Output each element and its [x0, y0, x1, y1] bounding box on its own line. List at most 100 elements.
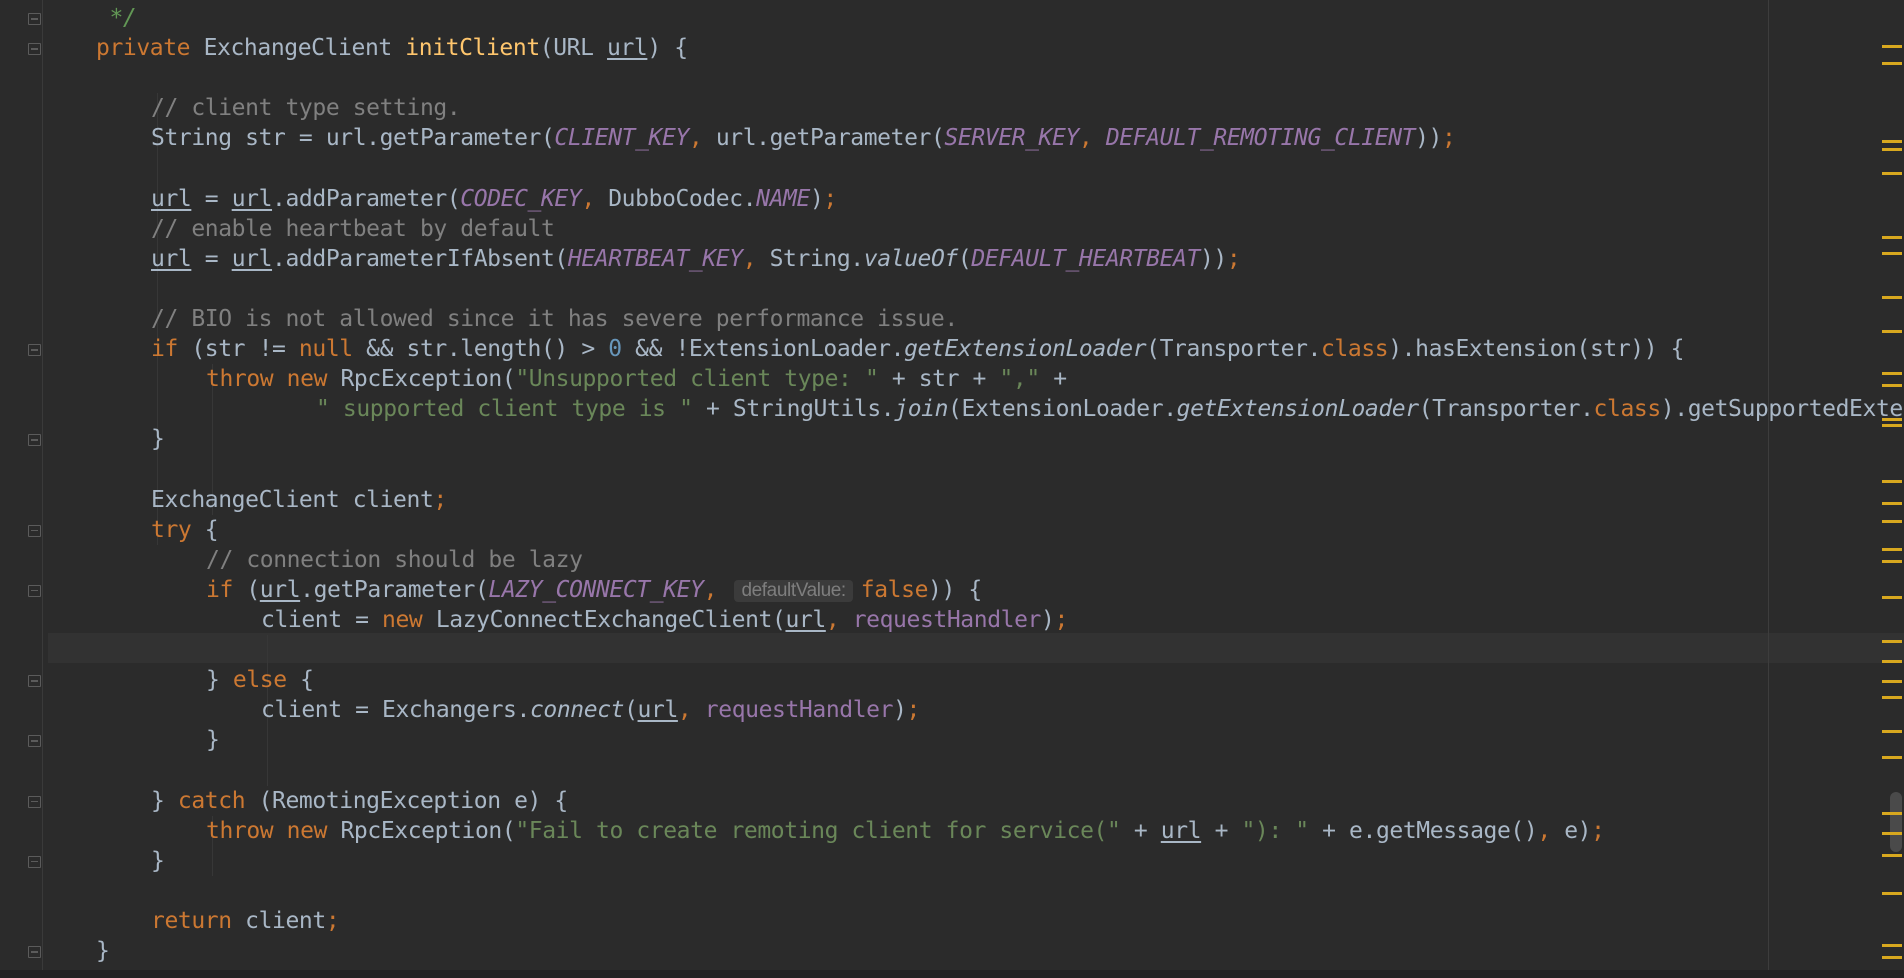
- warning-marker[interactable]: [1882, 854, 1902, 857]
- code-token: ;: [1591, 817, 1605, 844]
- code-token: ;: [1054, 607, 1068, 633]
- code-line[interactable]: client = Exchangers.connect(url, request…: [261, 695, 920, 725]
- code-line[interactable]: // enable heartbeat by default: [151, 214, 555, 244]
- warning-marker[interactable]: [1882, 756, 1902, 759]
- code-token: (: [957, 245, 972, 272]
- code-token: ,: [703, 576, 731, 603]
- code-token: )): [1415, 125, 1443, 152]
- code-token: requestHandler: [852, 607, 1042, 633]
- warning-marker[interactable]: [1882, 140, 1902, 143]
- warning-marker[interactable]: [1882, 424, 1902, 427]
- code-line[interactable]: }: [206, 725, 220, 755]
- code-line[interactable]: } else {: [206, 665, 314, 695]
- code-token: }: [206, 727, 220, 754]
- code-line[interactable]: throw new RpcException("Unsupported clie…: [206, 364, 1067, 394]
- code-token: "Fail to create remoting client for serv…: [515, 817, 1121, 844]
- warning-marker[interactable]: [1882, 62, 1902, 65]
- code-line[interactable]: if (url.getParameter(LAZY_CONNECT_KEY, d…: [206, 575, 982, 605]
- warning-marker[interactable]: [1882, 172, 1902, 175]
- fold-toggle-icon[interactable]: [28, 43, 41, 56]
- warning-marker[interactable]: [1882, 520, 1902, 523]
- code-line[interactable]: }: [96, 936, 110, 966]
- code-token: DEFAULT_REMOTING_CLIENT: [1105, 125, 1416, 152]
- code-token: ).getSupportedExtensions(): [1660, 396, 1904, 423]
- code-line[interactable]: ExchangeClient client;: [151, 485, 447, 515]
- fold-toggle-icon[interactable]: [28, 524, 41, 537]
- code-line[interactable]: url = url.addParameter(CODEC_KEY, DubboC…: [151, 184, 837, 214]
- vertical-scrollbar-thumb[interactable]: [1890, 792, 1902, 852]
- code-line[interactable]: // BIO is not allowed since it has sever…: [151, 304, 958, 334]
- code-token: join: [894, 396, 949, 423]
- parameter-hint: defaultValue:: [734, 579, 853, 602]
- fold-toggle-icon[interactable]: [28, 434, 41, 447]
- code-line[interactable]: String str = url.getParameter(CLIENT_KEY…: [151, 123, 1456, 153]
- code-token: ExchangeClient client: [151, 486, 434, 513]
- code-editor[interactable]: */private ExchangeClient initClient(URL …: [0, 0, 1904, 978]
- code-token: HEARTBEAT_KEY: [567, 245, 743, 272]
- fold-toggle-icon[interactable]: [28, 13, 41, 25]
- code-line[interactable]: try {: [151, 515, 219, 545]
- code-token: ): [809, 185, 824, 212]
- warning-marker[interactable]: [1882, 480, 1902, 483]
- warning-marker[interactable]: [1882, 418, 1902, 421]
- warning-marker[interactable]: [1882, 45, 1902, 48]
- warning-marker[interactable]: [1882, 384, 1902, 387]
- code-line[interactable]: // connection should be lazy: [206, 545, 583, 575]
- code-line[interactable]: }: [151, 846, 165, 876]
- warning-marker[interactable]: [1882, 236, 1902, 239]
- warning-marker[interactable]: [1882, 372, 1902, 375]
- code-area[interactable]: */private ExchangeClient initClient(URL …: [48, 0, 1904, 978]
- code-line[interactable]: // client type setting.: [151, 93, 461, 123]
- fold-toggle-icon[interactable]: [28, 795, 41, 808]
- fold-toggle-icon[interactable]: [28, 344, 41, 357]
- warning-marker[interactable]: [1882, 148, 1902, 151]
- code-line[interactable]: if (str != null && str.length() > 0 && !…: [151, 334, 1684, 364]
- warning-marker[interactable]: [1882, 956, 1902, 959]
- code-token: else: [232, 667, 301, 694]
- warning-marker[interactable]: [1882, 296, 1902, 299]
- warning-marker[interactable]: [1882, 730, 1902, 733]
- horizontal-scrollbar[interactable]: [0, 970, 1904, 978]
- warning-marker[interactable]: [1882, 502, 1902, 505]
- code-line[interactable]: client = new LazyConnectExchangeClient(u…: [261, 605, 1068, 635]
- warning-marker[interactable]: [1882, 892, 1902, 895]
- code-token: (ExtensionLoader.: [948, 396, 1177, 423]
- warning-marker[interactable]: [1882, 660, 1902, 663]
- code-line[interactable]: } catch (RemotingException e) {: [151, 786, 568, 816]
- code-token: ,: [1537, 817, 1565, 844]
- code-token: e): [1564, 817, 1592, 844]
- warning-marker[interactable]: [1882, 812, 1902, 815]
- code-token: ): [1040, 607, 1055, 633]
- code-token: 0: [608, 336, 622, 363]
- code-line[interactable]: private ExchangeClient initClient(URL ur…: [96, 33, 688, 63]
- error-stripe[interactable]: [1880, 0, 1904, 978]
- code-line[interactable]: return client;: [151, 906, 340, 936]
- code-line[interactable]: " supported client type is " + StringUti…: [316, 394, 1904, 424]
- warning-marker[interactable]: [1882, 696, 1902, 699]
- code-line[interactable]: */: [96, 3, 136, 33]
- warning-marker[interactable]: [1882, 640, 1902, 643]
- code-line[interactable]: url = url.addParameterIfAbsent(HEARTBEAT…: [151, 244, 1241, 274]
- code-token: +: [1120, 817, 1161, 844]
- warning-marker[interactable]: [1882, 330, 1902, 333]
- warning-marker[interactable]: [1882, 680, 1902, 683]
- warning-marker[interactable]: [1882, 596, 1902, 599]
- warning-marker[interactable]: [1882, 548, 1902, 551]
- code-token: " supported client type is ": [316, 396, 693, 423]
- fold-toggle-icon[interactable]: [28, 584, 41, 597]
- fold-toggle-icon[interactable]: [28, 946, 41, 959]
- code-token: (RemotingException e) {: [258, 787, 569, 814]
- warning-marker[interactable]: [1882, 944, 1902, 947]
- warning-marker[interactable]: [1882, 560, 1902, 563]
- fold-toggle-icon[interactable]: [28, 735, 41, 748]
- warning-marker[interactable]: [1882, 252, 1902, 255]
- fold-toggle-icon[interactable]: [28, 675, 41, 688]
- warning-marker[interactable]: [1882, 832, 1902, 835]
- code-line[interactable]: throw new RpcException("Fail to create r…: [206, 816, 1605, 846]
- code-token: LAZY_CONNECT_KEY: [488, 576, 704, 603]
- fold-toggle-icon[interactable]: [28, 855, 41, 868]
- code-line[interactable]: }: [151, 424, 165, 454]
- code-token: +: [1039, 366, 1067, 393]
- code-token: String.: [769, 245, 865, 272]
- code-token: NAME: [756, 185, 810, 212]
